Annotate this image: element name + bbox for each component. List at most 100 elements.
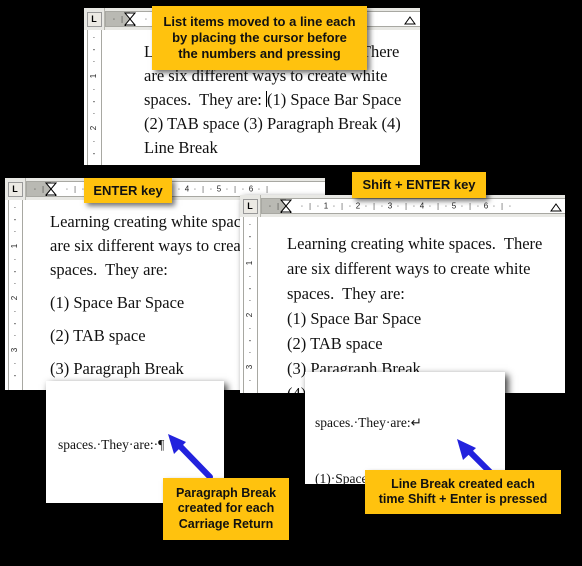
vruler-tick: · (13, 307, 17, 316)
screenshot-stage: L 1 2 (0, 0, 582, 566)
indent-markers-icon[interactable] (280, 199, 292, 214)
doc-line-with-caret: spaces. They are: (1) Space Bar Space (144, 88, 401, 112)
ruler-tick (445, 202, 448, 210)
vruler-number: 1 (10, 243, 19, 249)
vruler-tick: · (13, 227, 17, 236)
vruler-tick: · (248, 376, 252, 385)
horizontal-ruler[interactable]: L 1 2 (240, 195, 565, 218)
callout-lines: List items moved to a line each by placi… (163, 14, 355, 62)
doc-line-text-b: (1) Space Bar Space (267, 90, 402, 109)
vertical-ruler[interactable]: · - · 1 · - · 2 · - 3 (84, 30, 105, 165)
ruler-track[interactable]: 1 2 3 4 (261, 198, 565, 214)
ruler-number: 6 (483, 201, 489, 210)
vruler-tick: · (92, 85, 96, 94)
left-tab-stop-icon: L (7, 181, 23, 197)
vruler-tick: · (248, 220, 252, 229)
vruler-number: 3 (245, 364, 254, 370)
vertical-ruler[interactable]: · - · 1 · - · 2 · - · 3 · 4 (240, 217, 261, 393)
callout-paragraph-break: Paragraph Break created for each Carriag… (163, 478, 289, 540)
doc-line: are six different ways to crea (50, 236, 241, 255)
ruler-tick (234, 185, 236, 193)
right-indent-marker-icon[interactable] (550, 203, 562, 213)
vruler-tick: · (92, 57, 96, 66)
ruler-number: 4 (419, 201, 425, 210)
indent-markers-icon[interactable] (45, 182, 57, 197)
vruler-number: 2 (10, 295, 19, 301)
vruler-number: 2 (245, 312, 254, 318)
doc-line: are six different ways to create white (287, 259, 531, 278)
vruler-tick: · (13, 331, 17, 340)
document-canvas[interactable]: Learning creating white spaces. There ar… (260, 217, 565, 393)
callout-lines: Line Break created each time Shift + Ent… (379, 477, 547, 508)
ruler-tick (365, 202, 368, 210)
ruler-number: 5 (216, 184, 222, 193)
ruler-number: 1 (323, 201, 329, 210)
left-tab-stop-icon: L (242, 198, 258, 214)
vruler-tick: · (92, 137, 96, 146)
vruler-tick: · (248, 272, 252, 281)
ruler-tick (242, 185, 245, 193)
window-client-area: L 1 2 (240, 195, 565, 393)
ruler-number: 3 (387, 201, 393, 210)
doc-line: (1) Space Bar Space (50, 293, 185, 312)
document-window-shift-enter[interactable]: L 1 2 (240, 195, 565, 393)
callout-line: the numbers and pressing (178, 45, 341, 61)
vruler-tick: - (92, 45, 96, 54)
ruler-tick (202, 185, 204, 193)
doc-line: (2) TAB space (50, 326, 146, 345)
callout-shift-enter-key: Shift + ENTER key (352, 172, 486, 198)
vruler-tick: - (13, 319, 17, 328)
tab-stop-selector-button[interactable]: L (84, 8, 105, 30)
vruler-tick: - (13, 215, 17, 224)
ruler-tick (66, 185, 69, 193)
doc-line: (2) TAB space (3) Paragraph Break (4) (144, 114, 401, 133)
vruler-number: 1 (89, 73, 98, 79)
ruler-tick (373, 202, 375, 210)
vruler-number: 1 (245, 260, 254, 266)
callout-lines: Paragraph Break created for each Carriag… (176, 486, 276, 532)
right-indent-marker-icon[interactable] (404, 16, 416, 26)
ruler-tick (469, 202, 471, 210)
ruler-tick (277, 202, 279, 210)
callout-list-items-moved: List items moved to a line each by placi… (152, 6, 367, 70)
ruler-tick (226, 185, 229, 193)
vruler-tick: · (13, 359, 17, 368)
ruler-tick (301, 202, 304, 210)
vruler-tick: · (248, 244, 252, 253)
callout-line: by placing the cursor before (172, 30, 347, 46)
vruler-tick: - (92, 149, 96, 158)
indent-markers-icon[interactable] (124, 12, 136, 27)
left-tab-stop-icon: L (86, 11, 102, 27)
ruler-tick (121, 15, 123, 23)
callout-line: Paragraph Break (175, 486, 277, 501)
detail-line: spaces.·They·are:↵ (315, 415, 422, 430)
ruler-tick (74, 185, 76, 193)
vruler-tick: - (13, 371, 17, 380)
vruler-tick: · (13, 203, 17, 212)
vruler-tick: - (248, 232, 252, 241)
ruler-tick (493, 202, 496, 210)
ruler-tick (309, 202, 311, 210)
ruler-number: 2 (355, 201, 361, 210)
vruler-tick: · (13, 255, 17, 264)
ruler-tick (381, 202, 384, 210)
tab-stop-selector-button[interactable]: L (240, 195, 261, 217)
callout-line: List items moved to a line each (163, 14, 356, 30)
vruler-number: 3 (10, 347, 19, 353)
doc-line: (3) Paragraph Break (50, 359, 184, 378)
doc-line: (1) Space Bar Space (287, 309, 422, 328)
formatting-marks-linebreak[interactable]: spaces.·They·are:↵ (1)·Space·Bar·Space↵ … (305, 372, 505, 484)
ruler-tick (413, 202, 416, 210)
vruler-tick: - (248, 336, 252, 345)
vruler-number: 2 (89, 125, 98, 131)
ruler-tick (258, 185, 261, 193)
callout-line-break: Line Break created each time Shift + Ent… (365, 470, 561, 514)
ruler-tick (437, 202, 439, 210)
ruler-tick (178, 185, 181, 193)
callout-line: time Shift + Enter is pressed (378, 492, 548, 506)
vertical-ruler[interactable]: · - · 1 · - · 2 · - · 3 · - 4 (5, 200, 26, 390)
tab-stop-selector-button[interactable]: L (5, 178, 26, 200)
ruler-tick (349, 202, 352, 210)
ruler-tick (509, 202, 512, 210)
ruler-tick (333, 202, 336, 210)
